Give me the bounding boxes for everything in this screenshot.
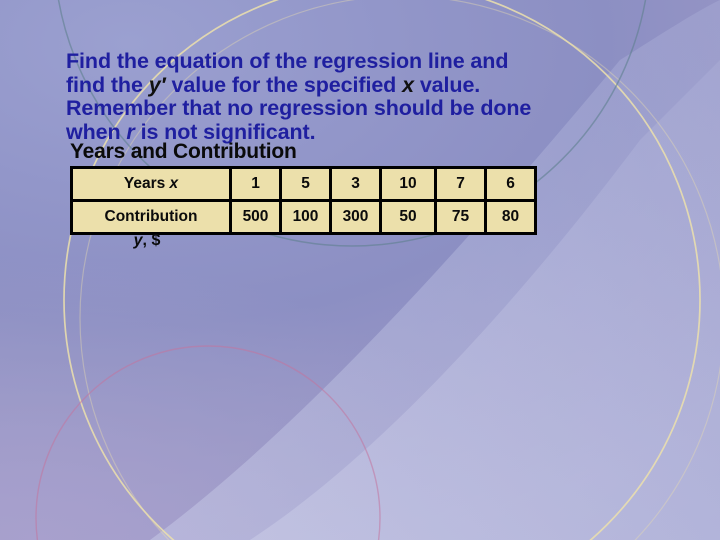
slide-canvas: Find the equation of the regression line…: [0, 0, 720, 540]
data-table-wrapper: Years x 1 5 3 10 7 6 Contribution 500 10…: [70, 166, 537, 235]
cell-years-6: 6: [484, 166, 537, 202]
data-table: Years x 1 5 3 10 7 6 Contribution 500 10…: [70, 166, 537, 235]
prompt-text: Find the equation of the regression line…: [66, 49, 656, 144]
cell-years-5: 7: [434, 166, 487, 202]
cell-contribution-3: 300: [329, 199, 382, 235]
cell-contribution-4: 50: [379, 199, 437, 235]
prompt-line-1: Find the equation of the regression line…: [66, 49, 509, 73]
contribution-units-suffix: , $: [142, 232, 161, 249]
cell-years-3: 3: [329, 166, 382, 202]
row-header-years: Years x: [70, 166, 232, 202]
row-header-years-text: Years: [123, 175, 170, 192]
table-row: Years x 1 5 3 10 7 6: [70, 166, 537, 202]
contribution-units-variable: y: [133, 232, 143, 249]
cell-contribution-6: 80: [484, 199, 537, 235]
prompt-line-2-part-c: value.: [413, 72, 481, 97]
prompt-line-3: Remember that no regression should be do…: [66, 96, 532, 120]
row-header-contribution: Contribution: [70, 199, 232, 235]
cell-years-1: 1: [229, 166, 282, 202]
cell-contribution-5: 75: [434, 199, 487, 235]
cell-contribution-1: 500: [229, 199, 282, 235]
cell-years-4: 10: [379, 166, 437, 202]
contribution-units-label: y, $: [70, 232, 224, 250]
cell-years-2: 5: [279, 166, 332, 202]
cell-contribution-2: 100: [279, 199, 332, 235]
arc-pink: [35, 345, 381, 540]
table-row: Contribution 500 100 300 50 75 80: [70, 199, 537, 235]
row-header-years-variable: x: [169, 175, 179, 192]
variable-y-prime: y′: [148, 72, 166, 97]
prompt-line-2-part-b: value for the specified: [165, 72, 403, 97]
table-title: Years and Contribution: [70, 140, 297, 163]
variable-x: x: [402, 72, 414, 97]
prompt-line-2-part-a: find the: [66, 72, 149, 97]
